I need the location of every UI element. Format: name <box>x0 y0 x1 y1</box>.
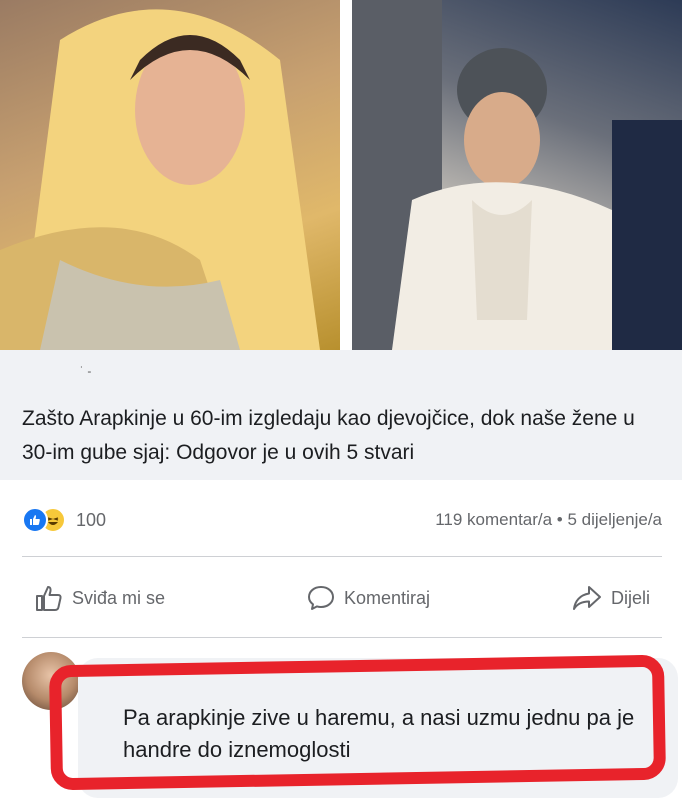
woman-yellow-scarf-image <box>0 9 320 350</box>
speech-bubble-icon <box>307 586 334 610</box>
post-image-left[interactable] <box>0 0 340 350</box>
post-actions: Sviđa mi se Komentiraj Dijeli <box>22 578 662 618</box>
share-button-label: Dijeli <box>610 587 650 608</box>
share-arrow-icon <box>572 586 601 610</box>
like-button[interactable]: Sviđa mi se <box>22 583 177 613</box>
divider-bottom <box>22 637 662 638</box>
link-source: ˙ - <box>80 364 92 378</box>
like-reaction-icon <box>22 507 48 533</box>
post-images: i <box>0 0 682 350</box>
comment-text: Pa arapkinje zive u haremu, a nasi uzmu … <box>123 705 635 762</box>
share-button[interactable]: Dijeli <box>559 583 662 613</box>
like-button-label: Sviđa mi se <box>72 587 166 608</box>
comment-button-label: Komentiraj <box>343 587 431 608</box>
woman-turban-image <box>352 0 682 350</box>
reaction-count[interactable]: 100 <box>76 510 106 531</box>
reactions-summary[interactable]: 100 119 komentar/a • 5 dijeljenje/a <box>22 505 662 535</box>
comments-shares-count[interactable]: 119 komentar/a • 5 dijeljenje/a <box>435 510 662 530</box>
comment-button[interactable]: Komentiraj <box>294 583 442 613</box>
divider-top <box>22 556 662 557</box>
thumbs-up-icon <box>36 586 62 611</box>
post-image-right[interactable]: i <box>352 0 682 350</box>
post-headline[interactable]: Zašto Arapkinje u 60-im izgledaju kao dj… <box>22 402 662 470</box>
image-gap <box>340 0 352 350</box>
